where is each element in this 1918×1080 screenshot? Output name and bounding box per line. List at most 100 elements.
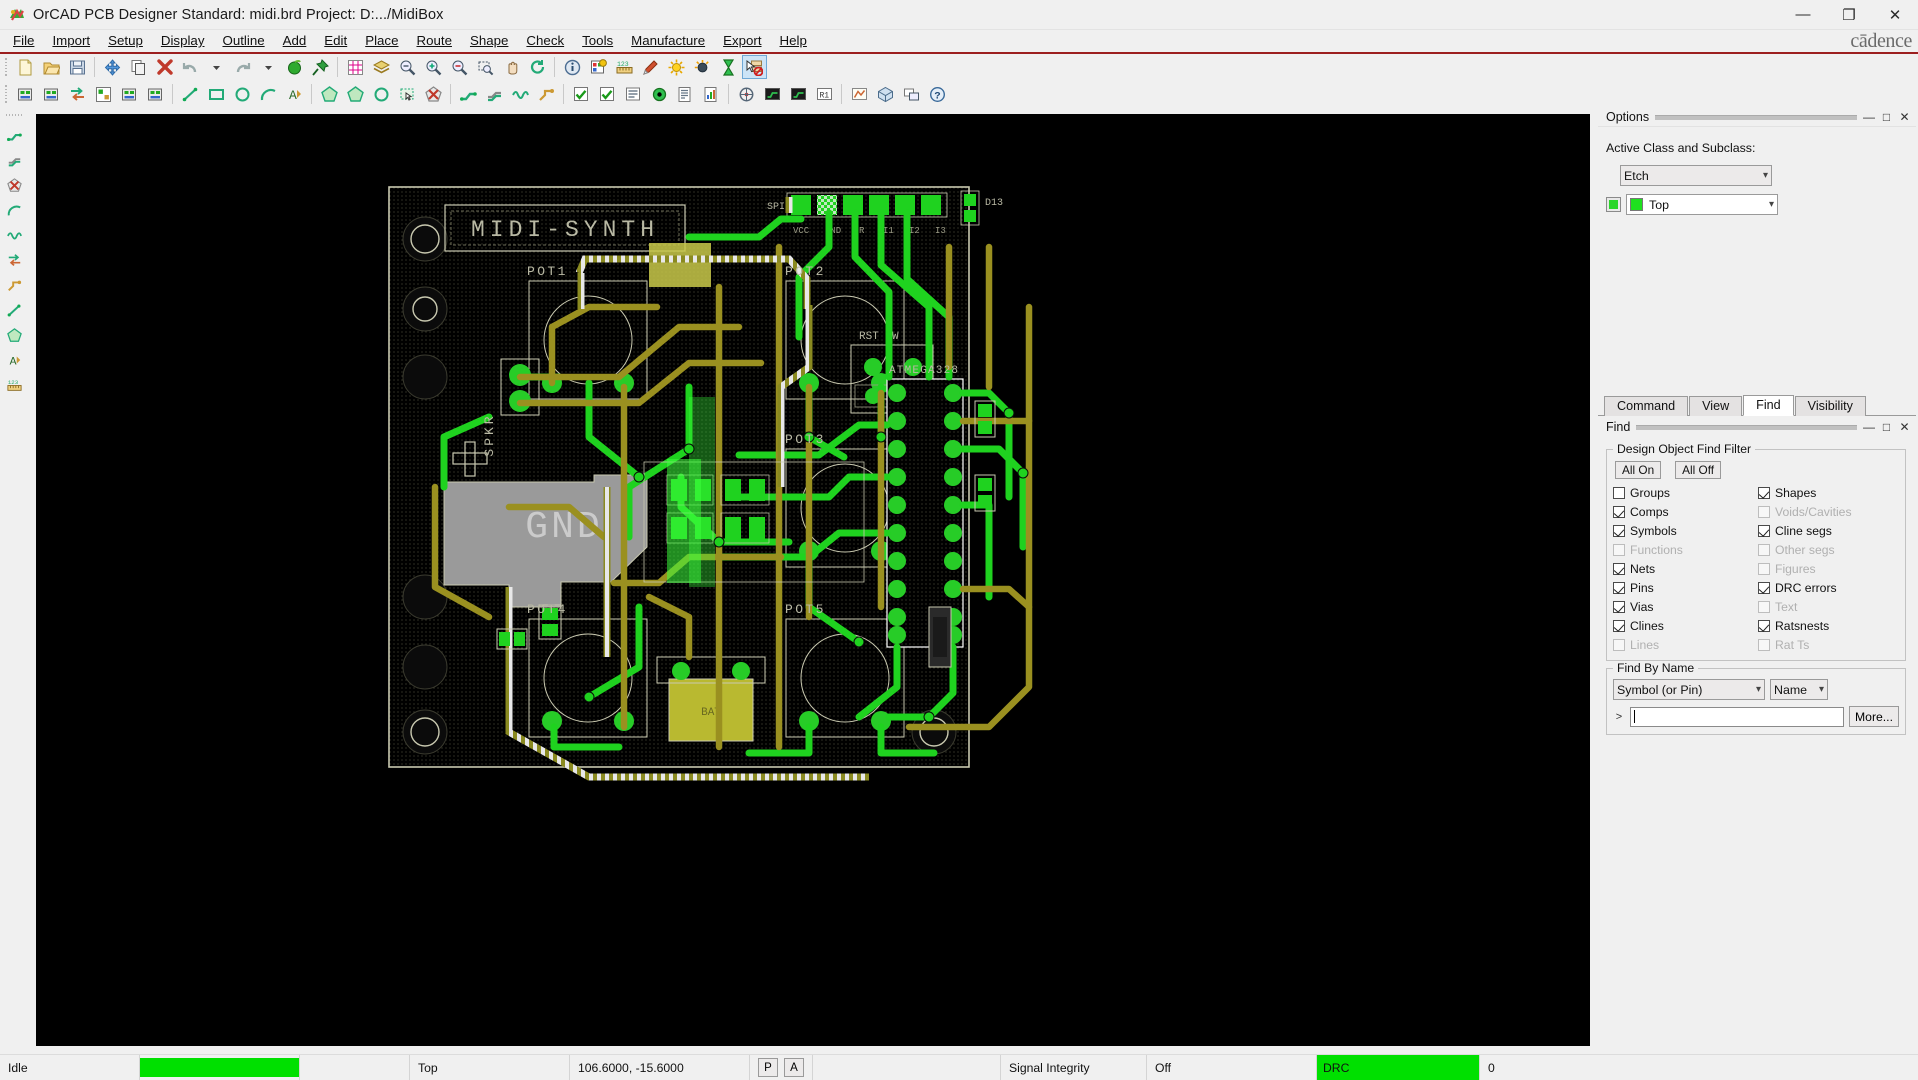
add-connect-icon[interactable] — [2, 123, 26, 147]
zoom-window-icon[interactable] — [473, 55, 498, 79]
menu-item-display[interactable]: Display — [152, 31, 214, 51]
cross-probe-icon[interactable] — [899, 82, 924, 106]
spread-icon[interactable] — [2, 248, 26, 272]
sidebar-grip[interactable] — [5, 112, 23, 119]
grid-icon[interactable] — [343, 55, 368, 79]
properties-icon[interactable] — [586, 55, 611, 79]
menu-item-route[interactable]: Route — [407, 31, 460, 51]
zoom-fit-icon[interactable] — [395, 55, 420, 79]
menu-item-export[interactable]: Export — [714, 31, 770, 51]
zoom-in-icon[interactable] — [421, 55, 446, 79]
filter-checkbox-nets[interactable]: Nets — [1613, 560, 1754, 577]
maximize-button[interactable]: ❐ — [1826, 0, 1872, 30]
drc-check-icon[interactable] — [595, 82, 620, 106]
subclass-visibility-toggle[interactable] — [1606, 197, 1621, 212]
dim-icon[interactable] — [690, 55, 715, 79]
filter-checkbox-ratsnests[interactable]: Ratsnests — [1758, 617, 1899, 634]
redraw-icon[interactable] — [525, 55, 550, 79]
active-subclass-dropdown[interactable]: Top ▾ — [1626, 194, 1778, 215]
gloss-icon[interactable] — [2, 298, 26, 322]
find-minimize-button[interactable]: — — [1863, 421, 1875, 433]
shape-select-icon[interactable] — [395, 82, 420, 106]
paint-icon[interactable] — [638, 55, 663, 79]
all-on-button[interactable]: All On — [1615, 461, 1662, 479]
info-icon[interactable] — [560, 55, 585, 79]
dimension-icon[interactable]: 123 — [2, 373, 26, 397]
swap-icon[interactable] — [65, 82, 90, 106]
filter-checkbox-clines[interactable]: Clines — [1613, 617, 1754, 634]
menu-item-edit[interactable]: Edit — [315, 31, 356, 51]
view-3d-icon[interactable] — [873, 82, 898, 106]
minimize-button[interactable]: — — [1780, 0, 1826, 30]
hourglass-icon[interactable] — [716, 55, 741, 79]
open-file-icon[interactable] — [39, 55, 64, 79]
zoom-out-icon[interactable] — [447, 55, 472, 79]
active-class-dropdown[interactable]: Etch ▾ — [1620, 165, 1772, 186]
route-connect-icon[interactable] — [456, 82, 481, 106]
expand-arrow-icon[interactable]: > — [1613, 711, 1625, 723]
menu-item-outline[interactable]: Outline — [213, 31, 273, 51]
highlight-icon[interactable] — [664, 55, 689, 79]
via-icon[interactable] — [647, 82, 672, 106]
label-icon[interactable]: A — [2, 348, 26, 372]
artwork-icon[interactable] — [760, 82, 785, 106]
menu-item-tools[interactable]: Tools — [573, 31, 622, 51]
menu-item-file[interactable]: File — [4, 31, 43, 51]
filter-checkbox-drc-errors[interactable]: DRC errors — [1758, 579, 1899, 596]
pin-icon[interactable] — [308, 55, 333, 79]
filter-checkbox-comps[interactable]: Comps — [1613, 503, 1754, 520]
netlist-icon[interactable] — [673, 82, 698, 106]
menu-item-check[interactable]: Check — [517, 31, 573, 51]
silkscreen-icon[interactable]: R1 — [812, 82, 837, 106]
place-quickplace-icon[interactable] — [39, 82, 64, 106]
options-float-button[interactable]: □ — [1881, 111, 1892, 123]
menu-item-help[interactable]: Help — [771, 31, 816, 51]
object-type-dropdown[interactable]: Symbol (or Pin) ▾ — [1613, 679, 1765, 700]
filter-checkbox-pins[interactable]: Pins — [1613, 579, 1754, 596]
copper-pour-icon[interactable] — [2, 323, 26, 347]
tab-view[interactable]: View — [1689, 396, 1743, 416]
custom-smooth-icon[interactable] — [2, 223, 26, 247]
filter-checkbox-groups[interactable]: Groups — [1613, 484, 1754, 501]
add-rect-icon[interactable] — [204, 82, 229, 106]
menu-item-shape[interactable]: Shape — [461, 31, 517, 51]
close-button[interactable]: ✕ — [1872, 0, 1918, 30]
new-file-icon[interactable] — [13, 55, 38, 79]
pan-icon[interactable] — [499, 55, 524, 79]
filter-checkbox-vias[interactable]: Vias — [1613, 598, 1754, 615]
add-arc-icon[interactable] — [256, 82, 281, 106]
pick-mode-button[interactable]: P — [758, 1058, 778, 1077]
toolbar-grip[interactable] — [3, 84, 10, 104]
copy-icon[interactable] — [126, 55, 151, 79]
photoplot-icon[interactable] — [786, 82, 811, 106]
report-icon[interactable] — [699, 82, 724, 106]
shape-add-icon[interactable] — [317, 82, 342, 106]
filter-checkbox-cline-segs[interactable]: Cline segs — [1758, 522, 1899, 539]
pcb-canvas[interactable]: MIDI-SYNTH SPI VCC GND R I1 I2 I3 D13 RS… — [36, 114, 1590, 1046]
drc-update-icon[interactable] — [569, 82, 594, 106]
tab-command[interactable]: Command — [1604, 396, 1689, 416]
delete-icon[interactable] — [152, 55, 177, 79]
autoplace-icon[interactable] — [91, 82, 116, 106]
filter-checkbox-shapes[interactable]: Shapes — [1758, 484, 1899, 501]
add-text-icon[interactable]: A — [282, 82, 307, 106]
change-width-icon[interactable] — [2, 273, 26, 297]
delete-segment-icon[interactable] — [2, 173, 26, 197]
redo-icon[interactable] — [230, 55, 255, 79]
drc-status[interactable]: DRC — [1317, 1055, 1480, 1080]
options-close-button[interactable]: ✕ — [1899, 111, 1910, 123]
menu-item-import[interactable]: Import — [43, 31, 99, 51]
undo-dropdown-icon[interactable] — [204, 55, 229, 79]
ncdrill-icon[interactable] — [734, 82, 759, 106]
find-close-button[interactable]: ✕ — [1899, 421, 1910, 433]
more-button[interactable]: More... — [1849, 706, 1899, 727]
find-float-button[interactable]: □ — [1881, 421, 1892, 433]
add-circle-icon[interactable] — [230, 82, 255, 106]
measure-icon[interactable]: 123 — [612, 55, 637, 79]
save-icon[interactable] — [65, 55, 90, 79]
menu-item-place[interactable]: Place — [356, 31, 407, 51]
shape-polygon-icon[interactable] — [343, 82, 368, 106]
all-off-button[interactable]: All Off — [1675, 461, 1722, 479]
filter-checkbox-symbols[interactable]: Symbols — [1613, 522, 1754, 539]
tab-visibility[interactable]: Visibility — [1794, 396, 1866, 416]
